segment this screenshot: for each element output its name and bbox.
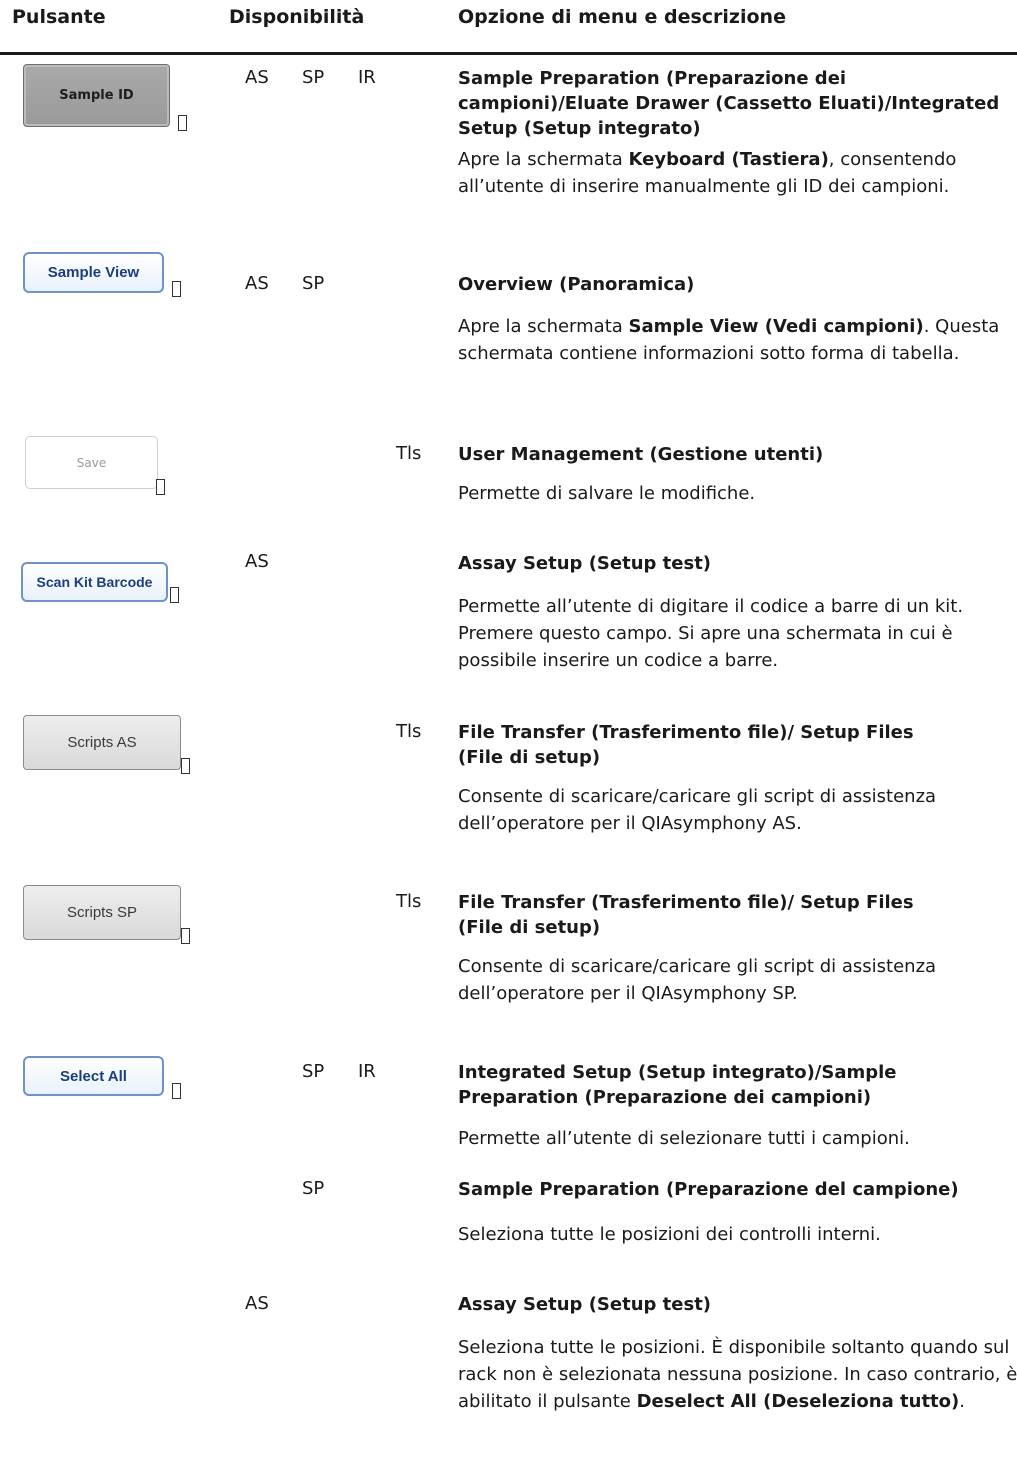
placeholder-glyph	[170, 587, 179, 603]
option-title: User Management (Gestione utenti)	[458, 444, 824, 465]
option-title: Overview (Panoramica)	[458, 274, 695, 295]
placeholder-glyph	[181, 928, 190, 944]
option-title: Assay Setup (Setup test)	[458, 553, 712, 574]
column-header-button: Pulsante	[12, 6, 106, 28]
option-description: Seleziona tutte le posizioni. È disponib…	[458, 1337, 1017, 1412]
option-description: Consente di scaricare/caricare gli scrip…	[458, 786, 937, 834]
availability-sp: SP	[302, 273, 325, 294]
sample-id-button[interactable]: Sample ID	[23, 64, 170, 127]
scan-kit-barcode-button[interactable]: Scan Kit Barcode	[21, 562, 168, 602]
option-title: File Transfer (Trasferimento file)/ Setu…	[458, 722, 914, 768]
availability-as: AS	[245, 273, 269, 294]
placeholder-glyph	[181, 758, 190, 774]
placeholder-glyph	[172, 281, 181, 297]
option-description: Permette all’utente di selezionare tutti…	[458, 1128, 910, 1149]
option-title: Sample Preparation (Preparazione dei cam…	[458, 68, 1000, 139]
option-description: Seleziona tutte le posizioni dei control…	[458, 1224, 881, 1245]
sample-view-button[interactable]: Sample View	[23, 252, 164, 293]
option-title: Sample Preparation (Preparazione del cam…	[458, 1179, 959, 1200]
column-header-option: Opzione di menu e descrizione	[458, 6, 786, 28]
scripts-as-button[interactable]: Scripts AS	[23, 715, 181, 770]
save-button[interactable]: Save	[25, 436, 158, 489]
availability-ir: IR	[358, 67, 376, 88]
option-description: Apre la schermata Sample View (Vedi camp…	[458, 316, 1000, 364]
availability-as: AS	[245, 551, 269, 572]
option-description: Permette all’utente di digitare il codic…	[458, 596, 964, 671]
availability-sp: SP	[302, 1061, 325, 1082]
placeholder-glyph	[156, 479, 165, 495]
option-title: Assay Setup (Setup test)	[458, 1294, 712, 1315]
availability-tls: Tls	[396, 891, 422, 912]
scripts-sp-button[interactable]: Scripts SP	[23, 885, 181, 940]
option-description: Apre la schermata Keyboard (Tastiera), c…	[458, 149, 957, 197]
select-all-button[interactable]: Select All	[23, 1056, 164, 1096]
header-rule	[0, 52, 1017, 55]
availability-tls: Tls	[396, 721, 422, 742]
placeholder-glyph	[178, 115, 187, 131]
option-title: Integrated Setup (Setup integrato)/Sampl…	[458, 1062, 897, 1108]
column-header-availability: Disponibilità	[229, 6, 365, 28]
availability-as: AS	[245, 1293, 269, 1314]
option-title: File Transfer (Trasferimento file)/ Setu…	[458, 892, 914, 938]
option-description: Consente di scaricare/caricare gli scrip…	[458, 956, 937, 1004]
availability-sp: SP	[302, 67, 325, 88]
option-description: Permette di salvare le modifiche.	[458, 483, 756, 504]
availability-sp: SP	[302, 1178, 325, 1199]
placeholder-glyph	[172, 1083, 181, 1099]
availability-as: AS	[245, 67, 269, 88]
availability-ir: IR	[358, 1061, 376, 1082]
availability-tls: Tls	[396, 443, 422, 464]
